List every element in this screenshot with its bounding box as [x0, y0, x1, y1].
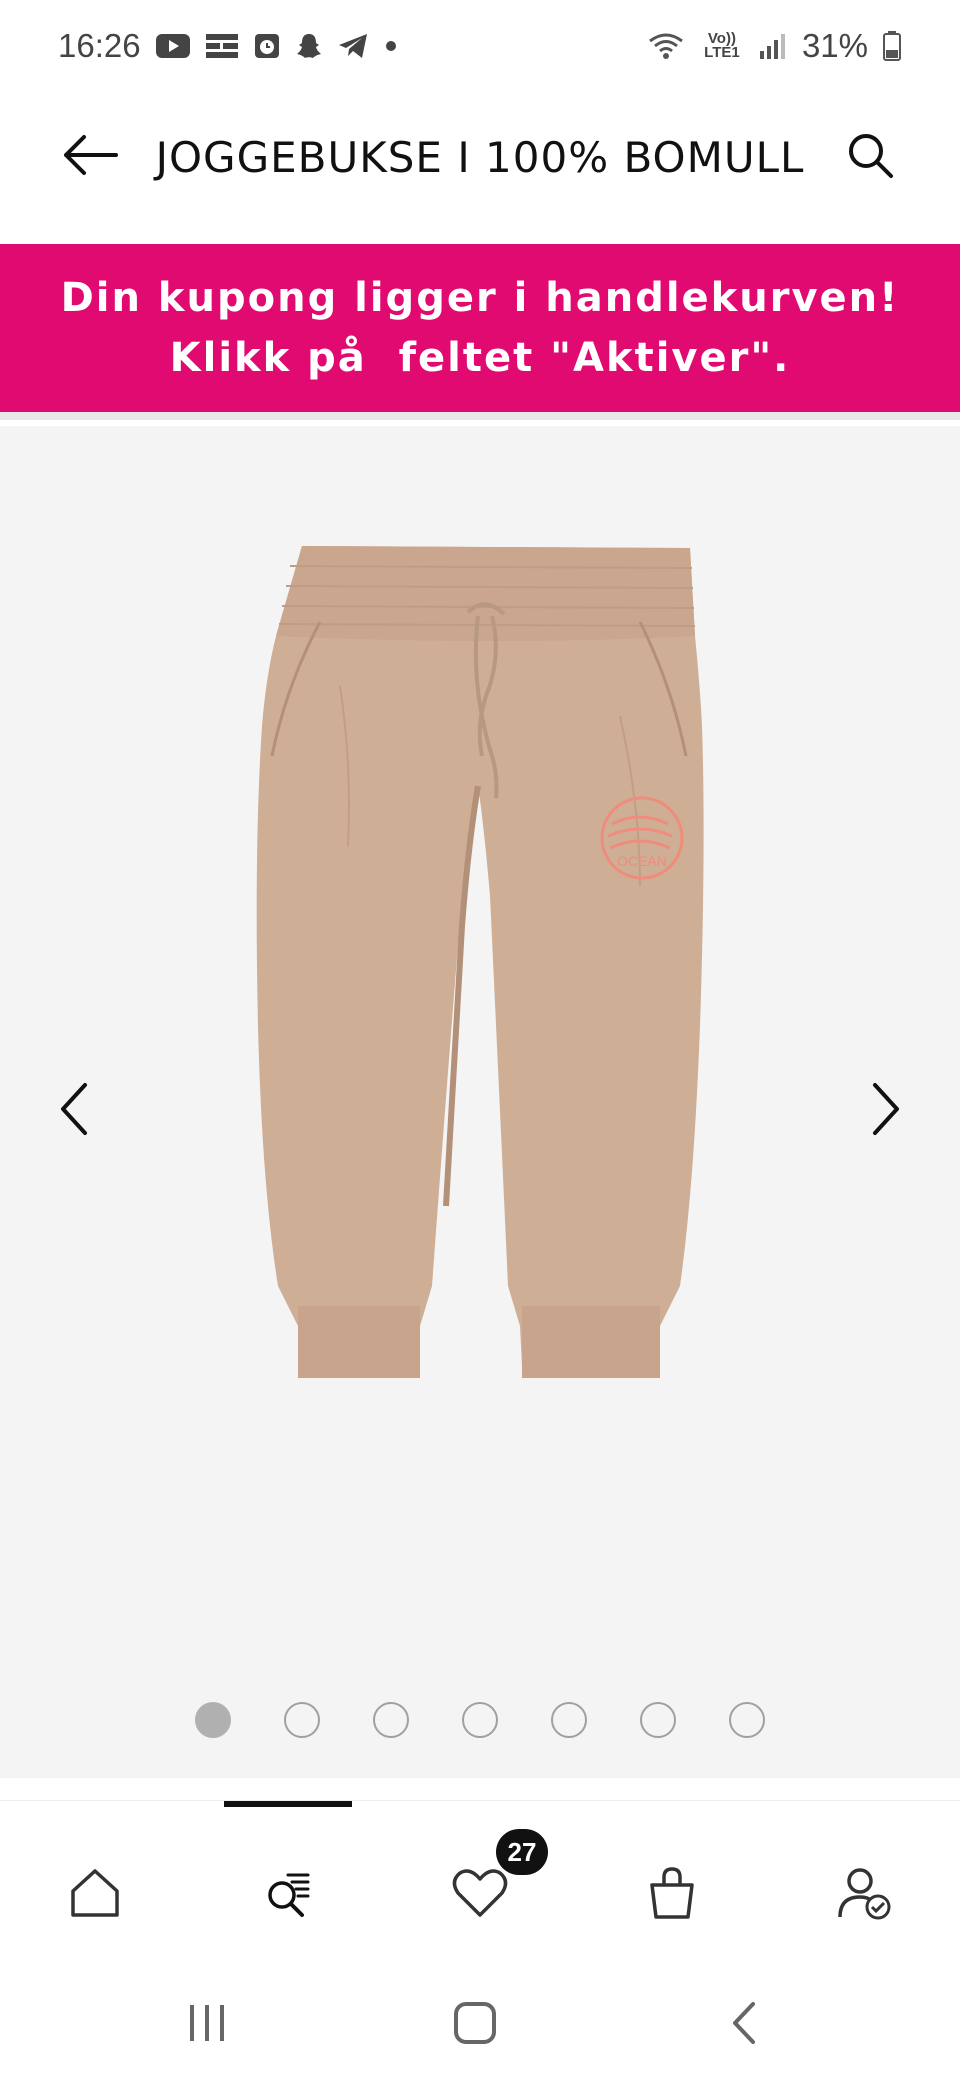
back-icon [725, 1998, 765, 2053]
recents-icon [182, 2001, 232, 2050]
pagination-dot[interactable] [195, 1702, 231, 1738]
volte-icon: Vo)) LTE1 [700, 30, 744, 61]
system-navigation [0, 1970, 960, 2080]
recents-button[interactable] [162, 1990, 252, 2060]
wishlist-count-badge: 27 [496, 1829, 548, 1875]
pagination-dot[interactable] [462, 1702, 498, 1738]
nav-account[interactable] [816, 1847, 912, 1943]
dot-icon [383, 38, 399, 54]
chevron-right-icon [865, 1079, 905, 1144]
wifi-icon [646, 31, 686, 61]
back-button[interactable] [52, 119, 128, 195]
coupon-line-2: Klikk på feltet "Aktiver". [169, 335, 791, 381]
telegram-icon [337, 32, 369, 60]
signal-icon [758, 31, 788, 61]
home-icon [65, 1863, 125, 1928]
battery-icon [882, 30, 902, 62]
product-gallery[interactable]: OCEAN [0, 426, 960, 1778]
pagination-dot[interactable] [373, 1702, 409, 1738]
product-logo-text: OCEAN [617, 853, 667, 869]
nav-search[interactable] [240, 1847, 336, 1943]
banner-divider [0, 412, 960, 420]
nav-home[interactable] [47, 1847, 143, 1943]
search-list-icon [258, 1863, 318, 1928]
shopping-bag-icon [642, 1863, 702, 1928]
battery-percent: 31% [801, 27, 868, 64]
next-image-button[interactable] [850, 1076, 920, 1146]
pagination-dot[interactable] [729, 1702, 765, 1738]
snapchat-icon [295, 31, 323, 61]
coupon-line-1: Din kupong ligger i handlekurven! [60, 275, 900, 321]
youtube-icon [155, 32, 191, 60]
coupon-banner[interactable]: Din kupong ligger i handlekurven! Klikk … [0, 244, 960, 412]
product-image[interactable]: OCEAN [0, 426, 960, 1778]
home-button-icon [450, 1998, 500, 2053]
pagination-dot[interactable] [551, 1702, 587, 1738]
home-system-button[interactable] [430, 1990, 520, 2060]
chevron-left-icon [55, 1079, 95, 1144]
nav-cart[interactable] [624, 1847, 720, 1943]
prev-image-button[interactable] [40, 1076, 110, 1146]
network-label: Vo)) LTE1 [704, 30, 740, 61]
back-system-button[interactable] [700, 1990, 790, 2060]
page-title: JOGGEBUKSE I 100% BOMULL [155, 132, 805, 182]
alarm-icon [253, 32, 281, 60]
search-icon [845, 130, 895, 185]
bottom-navigation: 27 [0, 1800, 960, 1971]
clock: 16:26 [58, 27, 141, 64]
gallery-pagination [0, 1702, 960, 1738]
news-icon [205, 32, 239, 60]
arrow-left-icon [60, 130, 120, 185]
status-bar: 16:26 Vo)) LTE1 31% [0, 0, 960, 92]
app-bar: JOGGEBUKSE I 100% BOMULL [0, 92, 960, 222]
search-button[interactable] [832, 119, 908, 195]
heart-icon [450, 1863, 510, 1928]
active-tab-indicator [224, 1801, 352, 1807]
pagination-dot[interactable] [640, 1702, 676, 1738]
account-icon [834, 1863, 894, 1928]
pagination-dot[interactable] [284, 1702, 320, 1738]
